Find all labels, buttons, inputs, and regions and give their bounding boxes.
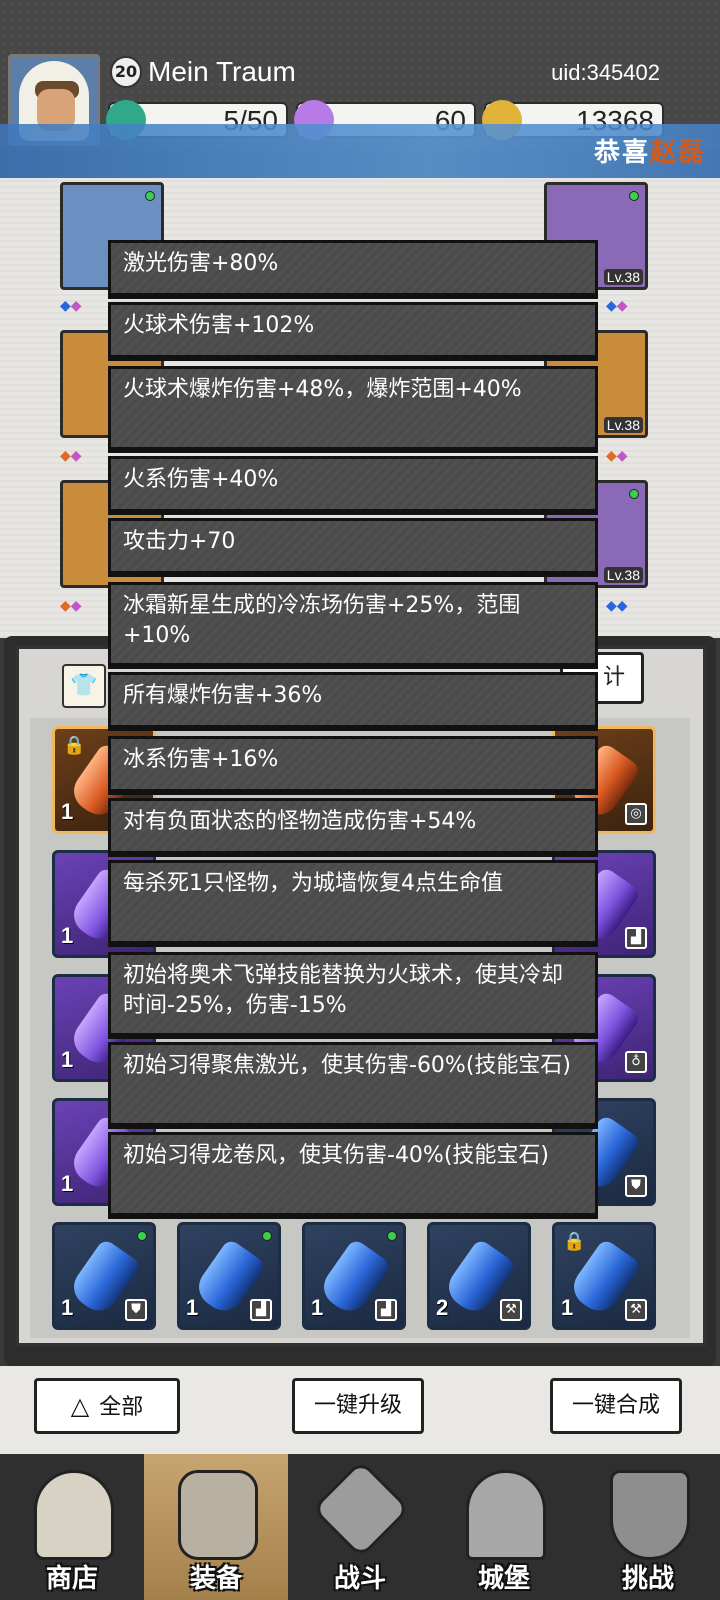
ready-dot-icon xyxy=(137,1231,147,1241)
necklace-type-icon: ♁ xyxy=(625,1051,647,1073)
nav-challenge[interactable]: 挑战 xyxy=(576,1454,720,1600)
ready-dot-icon xyxy=(145,191,155,201)
gem-count: 2 xyxy=(436,1295,449,1320)
ring-type-icon: ◎ xyxy=(625,803,647,825)
announcement-text: 恭喜赵磊 xyxy=(594,132,706,169)
nav-shop[interactable]: 商店 xyxy=(0,1454,144,1600)
nav-battle[interactable]: 战斗 xyxy=(288,1454,432,1600)
affix-tooltip: 初始将奥术飞弹技能替换为火球术，使其冷却时间-25%，伤害-15% xyxy=(108,952,598,1036)
gem-sockets-icon: ◆◆ xyxy=(606,448,628,464)
slot-level: Lv.38 xyxy=(603,567,643,583)
ready-dot-icon xyxy=(262,1231,272,1241)
affix-tooltip: 对有负面状态的怪物造成伤害+54% xyxy=(108,798,598,854)
affix-tooltip: 所有爆炸伤害+36% xyxy=(108,672,598,728)
affix-tooltip: 冰霜新星生成的冷冻场伤害+25%，范围+10% xyxy=(108,582,598,666)
slot-level: Lv.38 xyxy=(603,269,643,285)
boots-type-icon: ▟ xyxy=(375,1299,397,1321)
affix-tooltip: 激光伤害+80% xyxy=(108,240,598,296)
slot-level: Lv.38 xyxy=(603,417,643,433)
boots-type-icon: ▟ xyxy=(250,1299,272,1321)
ready-dot-icon xyxy=(387,1231,397,1241)
nav-label: 战斗 xyxy=(333,1564,386,1594)
gem-count: 1 xyxy=(61,799,74,824)
lock-icon: 🔒 xyxy=(563,1231,586,1252)
ready-dot-icon xyxy=(629,489,639,499)
affix-tooltip: 攻击力+70 xyxy=(108,518,598,574)
castle-icon xyxy=(466,1470,546,1560)
gem-count: 1 xyxy=(61,1171,74,1196)
armor-type-icon: ⛊ xyxy=(625,1175,647,1197)
gem-card[interactable]: 2 ⚒ xyxy=(427,1222,531,1330)
gem-sockets-icon: ◆◆ xyxy=(60,298,82,314)
gem-card[interactable]: 1 ▟ xyxy=(177,1222,281,1330)
affix-tooltip: 每杀死1只怪物，为城墙恢复4点生命值 xyxy=(108,860,598,944)
announcement-name: 赵磊 xyxy=(649,138,706,168)
gem-count: 1 xyxy=(61,1295,74,1320)
ready-dot-icon xyxy=(629,191,639,201)
gem-count: 1 xyxy=(61,1047,74,1072)
gem-sockets-icon: ◆◆ xyxy=(60,598,82,614)
nav-label: 城堡 xyxy=(477,1564,530,1594)
filter-all-label: 全部 xyxy=(99,1395,144,1420)
affix-tooltip: 初始习得龙卷风，使其伤害-40%(技能宝石) xyxy=(108,1132,598,1216)
gem-card[interactable]: 🔒 1 ⚒ xyxy=(552,1222,656,1330)
affix-tooltip: 火球术伤害+102% xyxy=(108,302,598,358)
weapon-type-icon: ⚒ xyxy=(500,1299,522,1321)
gem-sockets-icon: ◆◆ xyxy=(606,598,628,614)
gem-count: 1 xyxy=(561,1295,574,1320)
announcement-prefix: 恭喜 xyxy=(593,138,650,168)
shield-icon xyxy=(610,1470,690,1560)
gem-card[interactable]: 1 ⛊ xyxy=(52,1222,156,1330)
affix-tooltip: 火系伤害+40% xyxy=(108,456,598,512)
triangle-up-icon: △ xyxy=(70,1392,90,1420)
lock-icon: 🔒 xyxy=(63,735,86,756)
affix-tooltip: 冰系伤害+16% xyxy=(108,736,598,792)
upgrade-all-button[interactable]: 一键升级 xyxy=(292,1378,424,1434)
boots-type-icon: ▟ xyxy=(625,927,647,949)
player-uid: uid:345402 xyxy=(551,60,660,85)
player-name: Mein Traum xyxy=(148,56,296,87)
weapon-type-icon: ⚒ xyxy=(625,1299,647,1321)
nav-label: 商店 xyxy=(45,1564,98,1594)
crossed-swords-icon xyxy=(311,1459,411,1559)
gem-count: 1 xyxy=(186,1295,199,1320)
shop-icon xyxy=(34,1470,114,1560)
outfit-toggle-icon[interactable]: 👕 xyxy=(62,664,106,708)
filter-all-button[interactable]: △ 全部 xyxy=(34,1378,180,1434)
armor-type-icon: ⛊ xyxy=(125,1299,147,1321)
merge-all-button[interactable]: 一键合成 xyxy=(550,1378,682,1434)
gem-sockets-icon: ◆◆ xyxy=(60,448,82,464)
backpack-icon xyxy=(178,1470,258,1560)
affix-tooltip: 初始习得聚焦激光，使其伤害-60%(技能宝石) xyxy=(108,1042,598,1126)
player-level-badge: 20 xyxy=(110,56,142,88)
gem-card[interactable]: 1 ▟ xyxy=(302,1222,406,1330)
affix-tooltip: 火球术爆炸伤害+48%，爆炸范围+40% xyxy=(108,366,598,450)
nav-label: 挑战 xyxy=(621,1564,674,1594)
nav-equipment[interactable]: 装备 xyxy=(144,1454,288,1600)
gem-sockets-icon: ◆◆ xyxy=(606,298,628,314)
gem-count: 1 xyxy=(61,923,74,948)
gem-count: 1 xyxy=(311,1295,324,1320)
nav-label: 装备 xyxy=(189,1564,242,1594)
nav-castle[interactable]: 城堡 xyxy=(432,1454,576,1600)
